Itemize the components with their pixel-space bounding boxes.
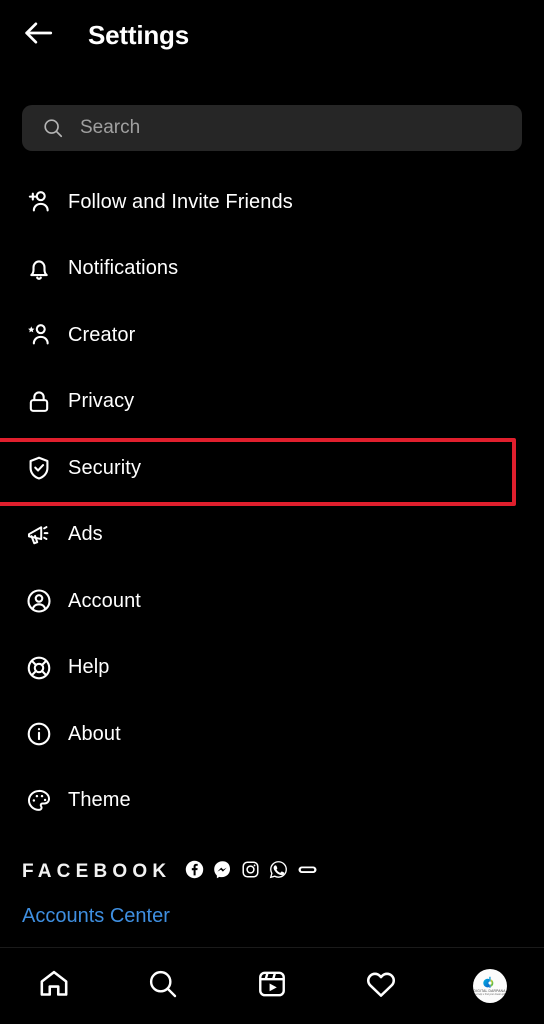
menu-item-label: Theme (68, 789, 131, 812)
menu-item-follow-and-invite-friends[interactable]: Follow and Invite Friends (0, 169, 544, 236)
search-icon (147, 968, 179, 1005)
oculus-icon (297, 860, 318, 884)
megaphone-icon (24, 520, 54, 550)
search-bar[interactable] (22, 105, 522, 151)
palette-icon (24, 786, 54, 816)
home-icon (37, 967, 71, 1006)
lock-icon (24, 387, 54, 417)
nav-profile-button[interactable]: DIGITAL DARPANA we help u find your drea… (455, 956, 525, 1016)
menu-item-theme[interactable]: Theme (0, 768, 544, 835)
menu-item-label: Creator (68, 323, 136, 346)
bell-icon (24, 254, 54, 284)
whatsapp-icon (269, 860, 288, 884)
heart-icon (364, 967, 398, 1006)
menu-item-label: Help (68, 656, 110, 679)
back-button[interactable] (10, 7, 66, 63)
facebook-wordmark: FACEBOOK (22, 861, 172, 882)
reels-icon (256, 968, 288, 1005)
profile-avatar-icon: DIGITAL DARPANA we help u find your drea… (472, 969, 507, 1003)
accounts-center-link[interactable]: Accounts Center (22, 905, 170, 928)
menu-item-notifications[interactable]: Notifications (0, 236, 544, 303)
lifebuoy-icon (24, 653, 54, 683)
menu-item-label: Privacy (68, 390, 135, 413)
menu-item-label: Ads (68, 523, 103, 546)
facebook-section: FACEBOOK (22, 860, 318, 884)
messenger-icon (213, 860, 232, 884)
settings-menu-list: Follow and Invite Friends Notifications (0, 169, 544, 834)
menu-item-privacy[interactable]: Privacy (0, 369, 544, 436)
settings-screen: Settings Follow and Invite Friends (0, 0, 544, 1024)
menu-item-help[interactable]: Help (0, 635, 544, 702)
shield-check-icon (24, 453, 54, 483)
nav-search-button[interactable] (128, 956, 198, 1016)
facebook-brand-icons (185, 860, 318, 884)
header: Settings (0, 0, 544, 70)
instagram-icon (241, 860, 260, 884)
person-star-icon (24, 320, 54, 350)
person-add-icon (24, 187, 54, 217)
menu-item-label: Security (68, 456, 142, 479)
menu-item-security[interactable]: Security (0, 435, 544, 506)
bottom-navigation-bar: DIGITAL DARPANA we help u find your drea… (0, 947, 544, 1024)
menu-item-ads[interactable]: Ads (0, 502, 544, 569)
info-circle-icon (24, 719, 54, 749)
nav-reels-button[interactable] (237, 956, 307, 1016)
menu-item-about[interactable]: About (0, 701, 544, 768)
menu-item-label: Account (68, 589, 141, 612)
avatar-tagline-text: we help u find your dream job (473, 993, 506, 997)
person-circle-icon (24, 586, 54, 616)
nav-activity-button[interactable] (346, 956, 416, 1016)
menu-item-label: About (68, 722, 121, 745)
menu-item-label: Follow and Invite Friends (68, 190, 293, 213)
menu-item-creator[interactable]: Creator (0, 302, 544, 369)
nav-home-button[interactable] (19, 956, 89, 1016)
menu-item-label: Notifications (68, 257, 179, 280)
search-input[interactable] (80, 117, 480, 139)
page-title: Settings (88, 19, 189, 50)
facebook-icon (185, 860, 204, 884)
menu-item-account[interactable]: Account (0, 568, 544, 635)
arrow-left-icon (21, 16, 55, 55)
search-icon (42, 117, 64, 139)
